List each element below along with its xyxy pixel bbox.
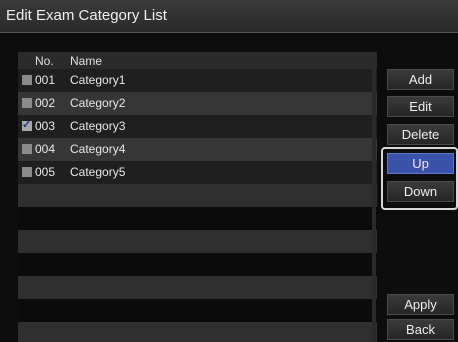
empty-row	[18, 322, 377, 342]
empty-row	[18, 230, 377, 253]
list-item[interactable]: 005 Category5	[18, 161, 377, 184]
row-name: Category4	[70, 142, 126, 156]
empty-row	[18, 299, 377, 322]
back-button[interactable]: Back	[387, 319, 454, 340]
empty-row	[18, 184, 377, 207]
list-item[interactable]: 004 Category4	[18, 138, 377, 161]
empty-row	[18, 276, 377, 299]
row-number: 004	[35, 142, 56, 156]
title-bar: Edit Exam Category List	[0, 0, 458, 33]
row-checkbox[interactable]: ✓	[22, 119, 32, 131]
row-name: Category3	[70, 119, 126, 133]
row-checkbox[interactable]	[22, 144, 32, 154]
list-scrollbar[interactable]	[372, 69, 376, 342]
apply-button[interactable]: Apply	[387, 294, 454, 315]
category-list: No. Name 001 Category1 002 Category2 ✓ 0…	[18, 52, 377, 342]
row-name: Category1	[70, 73, 126, 87]
list-item[interactable]: 001 Category1	[18, 69, 377, 92]
list-header: No. Name	[18, 52, 377, 69]
row-checkbox[interactable]	[22, 167, 32, 177]
column-header-name: Name	[70, 54, 103, 68]
window-title: Edit Exam Category List	[6, 7, 167, 24]
row-checkbox[interactable]	[22, 75, 32, 85]
row-name: Category2	[70, 96, 126, 110]
edit-exam-category-window: Edit Exam Category List No. Name 001 Cat…	[0, 0, 458, 342]
column-header-no: No.	[35, 54, 54, 68]
check-icon: ✓	[22, 119, 32, 131]
row-name: Category5	[70, 165, 126, 179]
row-number: 002	[35, 96, 56, 110]
row-checkbox[interactable]	[22, 98, 32, 108]
empty-row	[18, 207, 377, 230]
focus-highlight	[381, 147, 458, 210]
row-number: 001	[35, 73, 56, 87]
row-number: 003	[35, 119, 56, 133]
row-number: 005	[35, 165, 56, 179]
delete-button[interactable]: Delete	[387, 124, 454, 145]
list-item[interactable]: ✓ 003 Category3	[18, 115, 377, 138]
add-button[interactable]: Add	[387, 69, 454, 90]
list-item[interactable]: 002 Category2	[18, 92, 377, 115]
empty-row	[18, 253, 377, 276]
edit-button[interactable]: Edit	[387, 96, 454, 117]
